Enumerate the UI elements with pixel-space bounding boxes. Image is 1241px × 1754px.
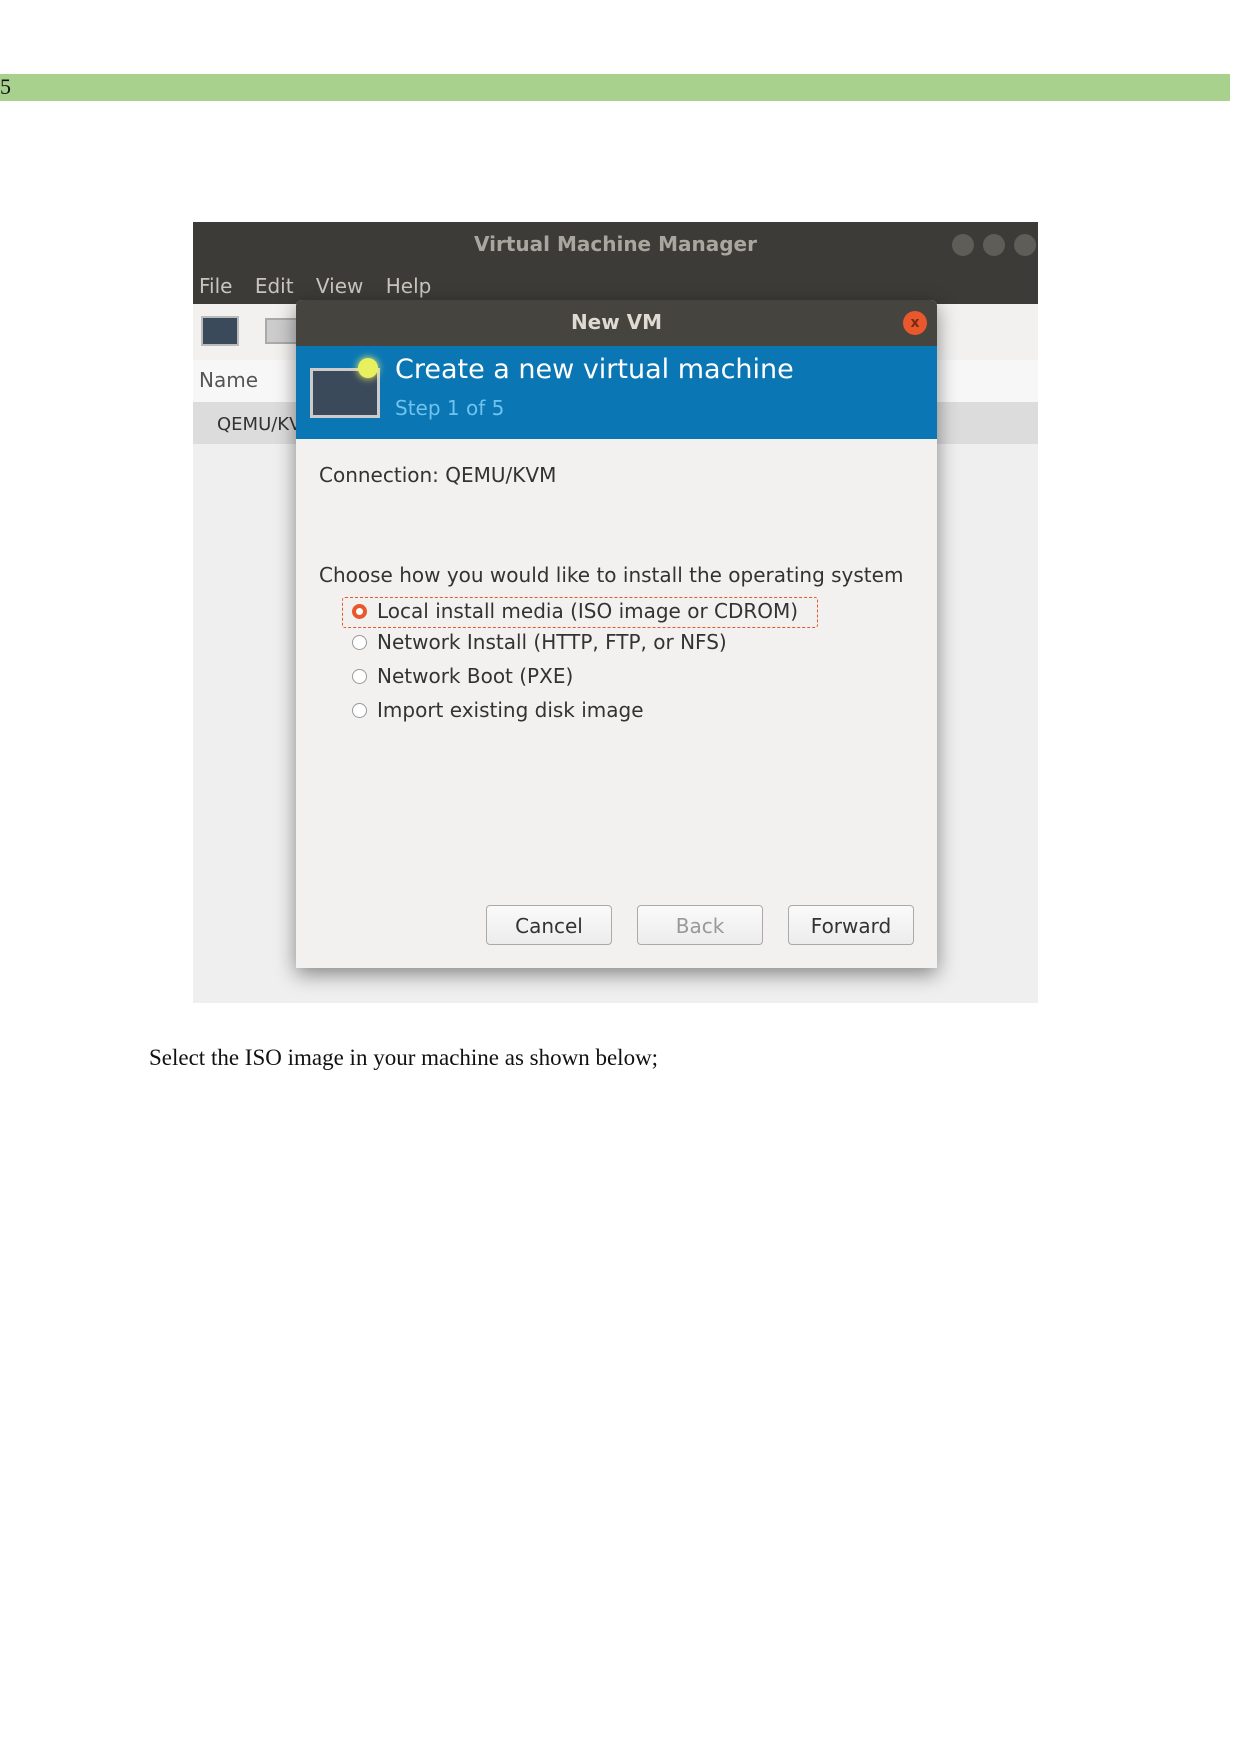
option-import-disk[interactable]: Import existing disk image [352,698,644,722]
menu-bar: File Edit View Help [199,274,447,298]
maximize-button[interactable] [983,234,1005,256]
window-title: Virtual Machine Manager [474,232,757,256]
radio-icon[interactable] [352,668,367,684]
column-name: Name [199,368,259,392]
back-button[interactable]: Back [637,905,763,945]
menu-edit[interactable]: Edit [255,274,294,298]
cancel-button[interactable]: Cancel [486,905,612,945]
option-label: Import existing disk image [377,698,644,722]
option-network-boot[interactable]: Network Boot (PXE) [352,664,573,688]
dialog-title: New VM [570,310,663,334]
option-local-media[interactable]: Local install media (ISO image or CDROM) [352,599,798,623]
option-label: Network Install (HTTP, FTP, or NFS) [377,630,727,654]
screenshot: Virtual Machine Manager File Edit View H… [193,222,1038,1003]
minimize-button[interactable] [952,234,974,256]
menu-view[interactable]: View [316,274,363,298]
dialog-heading: Create a new virtual machine [395,354,794,385]
open-vm-icon[interactable] [265,318,299,344]
install-prompt: Choose how you would like to install the… [319,563,904,587]
dialog-header: Create a new virtual machine Step 1 of 5 [296,346,937,439]
page-header-band: 5 [0,74,1230,101]
option-network-install[interactable]: Network Install (HTTP, FTP, or NFS) [352,630,727,654]
menu-help[interactable]: Help [386,274,432,298]
radio-icon[interactable] [352,634,367,650]
close-button[interactable] [1014,234,1036,256]
menu-file[interactable]: File [199,274,232,298]
page-number: 5 [0,74,11,99]
star-icon [358,358,378,378]
step-indicator: Step 1 of 5 [395,396,505,420]
new-vm-icon[interactable] [201,316,239,346]
forward-button[interactable]: Forward [788,905,914,945]
option-label: Network Boot (PXE) [377,664,574,688]
dialog-titlebar: New VM x [296,300,937,346]
close-icon[interactable]: x [903,311,927,335]
new-vm-dialog: New VM x Create a new virtual machine St… [296,300,937,968]
connection-label: Connection: QEMU/KVM [319,463,557,487]
radio-icon[interactable] [352,603,367,619]
option-label: Local install media (ISO image or CDROM) [377,599,799,623]
radio-icon[interactable] [352,702,367,718]
caption-text: Select the ISO image in your machine as … [149,1045,659,1070]
window-titlebar: Virtual Machine Manager File Edit View H… [193,222,1038,304]
